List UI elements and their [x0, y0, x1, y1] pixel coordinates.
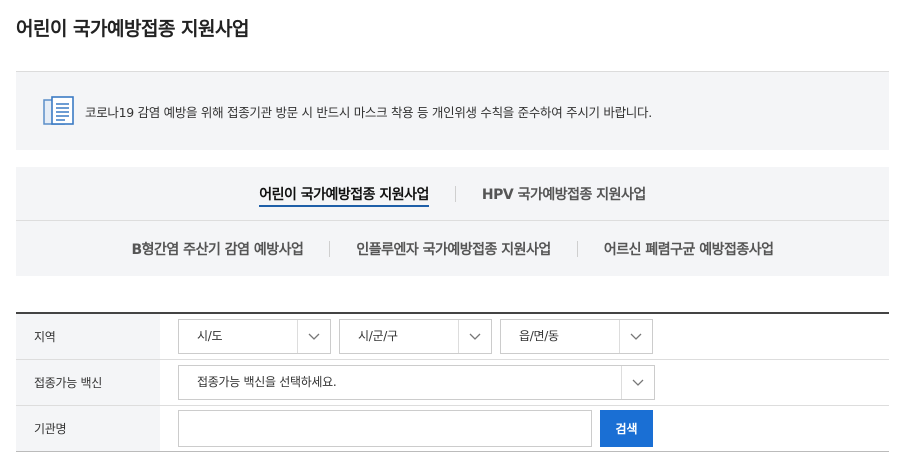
region-row: 지역 시/도 시/군/구 읍/면/동	[16, 314, 889, 360]
tab-child-vaccination[interactable]: 어린이 국가예방접종 지원사업	[233, 184, 455, 207]
search-form: 지역 시/도 시/군/구 읍/면/동 접종가능 백신 접종가능 백신을 선택하세…	[16, 312, 889, 452]
tab-hpv-vaccination[interactable]: HPV 국가예방접종 지원사업	[456, 184, 672, 204]
document-icon	[42, 96, 76, 128]
eupmyeondong-select-value: 읍/면/동	[519, 329, 559, 343]
tab-hepatitis-b-perinatal[interactable]: B형간염 주산기 감염 예방사업	[106, 239, 330, 259]
chevron-down-icon	[619, 320, 652, 353]
search-button[interactable]: 검색	[600, 410, 653, 447]
institution-label: 기관명	[16, 406, 160, 451]
eupmyeondong-select[interactable]: 읍/면/동	[500, 319, 653, 354]
page-title: 어린이 국가예방접종 지원사업	[16, 18, 249, 40]
sido-select[interactable]: 시/도	[178, 319, 331, 354]
region-label: 지역	[16, 314, 160, 359]
sigungu-select-value: 시/군/구	[358, 329, 398, 343]
tab-row-1: 어린이 국가예방접종 지원사업 HPV 국가예방접종 지원사업	[16, 167, 889, 221]
institution-name-input[interactable]	[178, 410, 592, 447]
notice-text: 코로나19 감염 예방을 위해 접종기관 방문 시 반드시 마스크 착용 등 개…	[85, 105, 652, 120]
notice-box: 코로나19 감염 예방을 위해 접종기관 방문 시 반드시 마스크 착용 등 개…	[16, 71, 889, 150]
program-tabs: 어린이 국가예방접종 지원사업 HPV 국가예방접종 지원사업 B형간염 주산기…	[16, 167, 889, 276]
vaccine-label: 접종가능 백신	[16, 360, 160, 405]
chevron-down-icon	[621, 366, 654, 399]
tab-row-2: B형간염 주산기 감염 예방사업 인플루엔자 국가예방접종 지원사업 어르신 폐…	[16, 222, 889, 276]
vaccine-row: 접종가능 백신 접종가능 백신을 선택하세요.	[16, 360, 889, 406]
tab-senior-pneumococcal[interactable]: 어르신 폐렴구균 예방접종사업	[578, 239, 800, 259]
chevron-down-icon	[458, 320, 491, 353]
institution-row: 기관명 검색	[16, 406, 889, 452]
vaccine-select[interactable]: 접종가능 백신을 선택하세요.	[178, 365, 655, 400]
tab-influenza-vaccination[interactable]: 인플루엔자 국가예방접종 지원사업	[330, 239, 576, 259]
vaccine-select-value: 접종가능 백신을 선택하세요.	[197, 375, 337, 389]
sigungu-select[interactable]: 시/군/구	[339, 319, 492, 354]
chevron-down-icon	[297, 320, 330, 353]
sido-select-value: 시/도	[197, 329, 223, 343]
